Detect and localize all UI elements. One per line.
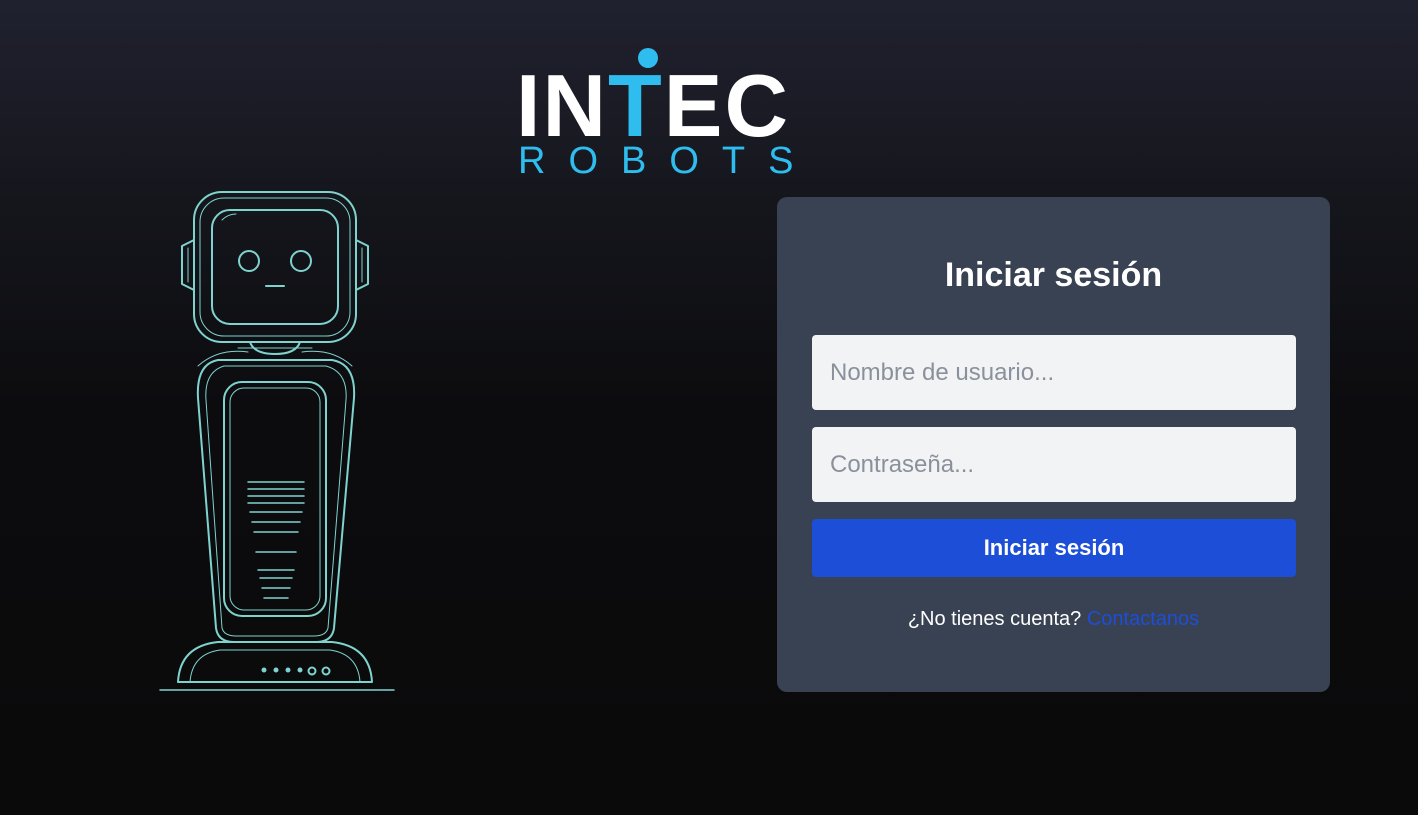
password-input[interactable] [812,427,1296,502]
robot-grille [247,481,305,599]
robot-neck [237,341,313,355]
robot-face [238,250,312,287]
username-input[interactable] [812,335,1296,410]
signup-prompt: ¿No tienes cuenta? Contactanos [777,608,1330,631]
login-button[interactable]: Iniciar sesión [812,519,1296,577]
robot-ears [181,239,369,291]
brand-logo: INTEC ROBOTS [516,48,811,180]
robot-head [193,191,357,343]
robot-illustration [159,191,395,691]
logo-subtitle: ROBOTS [518,140,817,182]
login-title: Iniciar sesión [944,256,1163,294]
logo-wordmark: INTEC [516,62,790,150]
signup-text: ¿No tienes cuenta? [907,608,1082,630]
robot-base [159,641,395,691]
contact-link[interactable]: Contactanos [1087,608,1199,630]
